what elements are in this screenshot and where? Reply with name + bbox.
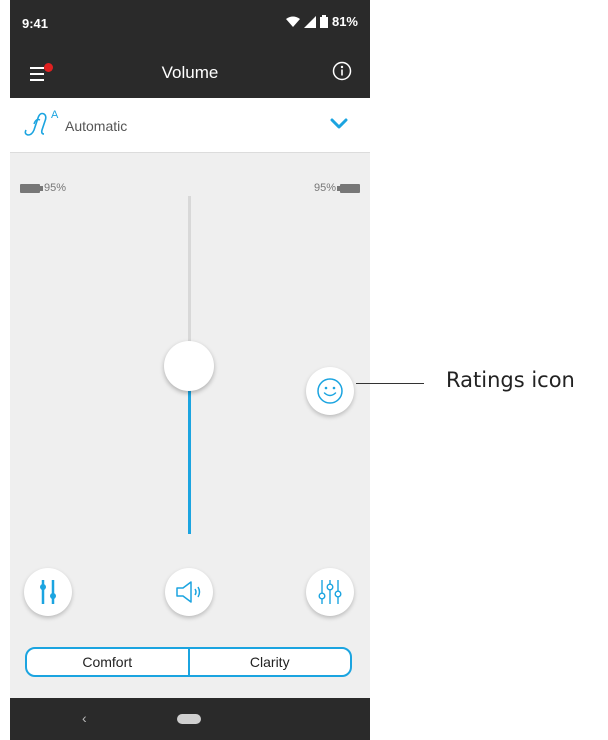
annotation-label: Ratings icon	[446, 368, 575, 392]
program-label: Automatic	[65, 118, 128, 134]
speaker-button[interactable]	[165, 568, 213, 616]
ratings-button[interactable]	[306, 367, 354, 415]
status-battery: 81%	[331, 14, 358, 29]
right-battery-level: 95%	[313, 182, 336, 194]
status-bar: 9:41 81%	[10, 0, 370, 48]
equalizer-button[interactable]	[24, 568, 72, 616]
info-icon[interactable]	[332, 61, 352, 81]
left-battery: 95%	[20, 182, 66, 194]
phone-screen: 9:41 81% Volume A Automatic 95% 95% Comf…	[10, 0, 370, 740]
battery-icon	[319, 15, 328, 28]
battery-left-icon	[20, 183, 43, 193]
program-selector[interactable]: A Automatic	[10, 98, 370, 153]
program-superscript: A	[51, 109, 59, 121]
sliders-icon	[318, 580, 342, 604]
chevron-down-icon[interactable]	[330, 118, 348, 130]
home-pill[interactable]	[177, 714, 201, 724]
speaker-icon	[176, 581, 201, 603]
equalizer-icon	[40, 580, 56, 604]
status-icons: 81%	[285, 14, 358, 29]
back-icon[interactable]: ‹	[82, 710, 87, 726]
left-battery-level: 95%	[44, 182, 67, 194]
annotation-line	[356, 383, 424, 384]
sliders-button[interactable]	[306, 568, 354, 616]
app-bar: Volume	[10, 48, 370, 98]
hearing-aid-icon: A	[24, 109, 59, 136]
status-time: 9:41	[22, 16, 49, 31]
segment-clarity[interactable]: Clarity	[187, 649, 351, 675]
system-nav-bar: ‹	[10, 698, 370, 740]
volume-slider-thumb[interactable]	[164, 341, 214, 391]
comfort-clarity-toggle: Comfort Clarity	[25, 647, 352, 677]
volume-track-filled	[188, 366, 191, 534]
smiley-icon	[317, 378, 343, 404]
wifi-icon	[285, 16, 300, 27]
segment-comfort[interactable]: Comfort	[27, 649, 188, 675]
right-battery: 95%	[314, 182, 360, 194]
battery-right-icon	[337, 183, 360, 193]
signal-icon	[303, 15, 316, 28]
page-title: Volume	[161, 63, 219, 82]
